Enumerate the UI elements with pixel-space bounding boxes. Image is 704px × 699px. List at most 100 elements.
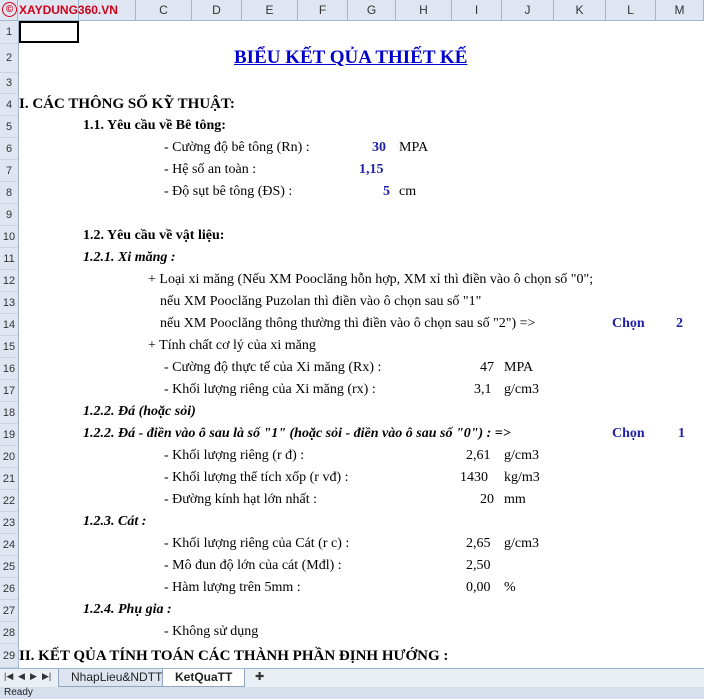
column-header-h[interactable]: H [396,0,452,20]
first-sheet-icon[interactable]: |◀ [4,671,13,682]
cement-chon-value[interactable]: 2 [676,316,683,332]
rx-unit: MPA [504,360,534,375]
tab-nhaplieu[interactable]: NhapLieu&NDTT [58,669,176,687]
column-header-c[interactable]: C [136,0,192,20]
max-diameter-unit: mm [504,492,526,507]
stone-density-value[interactable]: 2,61 [466,448,491,464]
cement-density-label: - Khối lượng riêng của Xi măng (rx) : [164,382,376,397]
section-1-1-heading: 1.1. Yêu cầu về Bê tông: [83,118,226,133]
slump-unit: cm [399,184,417,199]
max-diameter-value[interactable]: 20 [480,492,494,508]
row-header[interactable]: 10 [0,226,18,248]
row-header[interactable]: 8 [0,182,18,204]
stone-bulk-density-label: - Khối lượng thể tích xốp (r vđ) : [164,470,349,485]
row-header[interactable]: 7 [0,160,18,182]
copyright-icon: © [2,2,17,18]
row-header[interactable]: 21 [0,468,18,490]
row-header[interactable]: 23 [0,512,18,534]
status-bar: Ready [0,687,704,699]
next-sheet-icon[interactable]: ▶ [30,671,37,682]
column-header-f[interactable]: F [298,0,348,20]
column-header-d[interactable]: D [192,0,242,20]
tab-ketquatt[interactable]: KetQuaTT [162,669,246,687]
row-header[interactable]: 6 [0,138,18,160]
rn-label: - Cường độ bê tông (Rn) : [164,140,310,155]
row-header[interactable]: 3 [0,73,18,94]
cement-chon-label: Chọn [612,316,645,331]
column-header-i[interactable]: I [452,0,502,20]
section-1-2-heading: 1.2. Yêu cầu về vật liệu: [83,228,225,243]
row-header[interactable]: 20 [0,446,18,468]
cement-density-value[interactable]: 3,1 [474,382,492,398]
admixture-none-label: - Không sử dụng [164,624,259,639]
active-cell-a1[interactable] [19,21,79,43]
row-header[interactable]: 17 [0,380,18,402]
oversize-content-label: - Hàm lượng trên 5mm : [164,580,301,595]
stone-bulk-density-unit: kg/m3 [504,470,540,485]
row-header[interactable]: 2 [0,44,18,73]
sand-density-value[interactable]: 2,65 [466,536,491,552]
column-header-l[interactable]: L [606,0,656,20]
row-header[interactable]: 22 [0,490,18,512]
prev-sheet-icon[interactable]: ◀ [18,671,25,682]
row-header[interactable]: 19 [0,424,18,446]
rx-value[interactable]: 47 [480,360,494,376]
row-header[interactable]: 15 [0,336,18,358]
stone-bulk-density-value[interactable]: 1430 [460,470,488,486]
safety-factor-value[interactable]: 1,15 [359,162,384,178]
column-header-k[interactable]: K [554,0,606,20]
fineness-modulus-label: - Mô đun độ lớn của cát (Mđl) : [164,558,342,573]
section-1-heading: I. CÁC THÔNG SỐ KỸ THUẬT: [19,96,235,112]
stone-density-unit: g/cm3 [504,448,539,463]
rn-unit: MPA [399,140,429,155]
row-header[interactable]: 11 [0,248,18,270]
safety-factor-label: - Hệ số an toàn : [164,162,257,177]
section-1-2-3-heading: 1.2.3. Cát : [83,514,147,529]
cement-type-line-3: nếu XM Pooclăng thông thường thì điền và… [160,316,536,331]
fineness-modulus-value[interactable]: 2,50 [466,558,491,574]
row-header[interactable]: 13 [0,292,18,314]
rn-value[interactable]: 30 [372,140,386,156]
worksheet-grid[interactable]: BIỂU KẾT QỦA THIẾT KẾ I. CÁC THÔNG SỐ KỸ… [19,21,704,668]
slump-label: - Độ sụt bê tông (ĐS) : [164,184,293,199]
last-sheet-icon[interactable]: ▶| [42,671,51,682]
row-header[interactable]: 18 [0,402,18,424]
column-header-j[interactable]: J [502,0,554,20]
stone-chon-label: Chọn [612,426,645,441]
row-header[interactable]: 25 [0,556,18,578]
cement-density-unit: g/cm3 [504,382,539,397]
cement-properties-label: + Tính chất cơ lý của xi măng [148,338,316,353]
max-diameter-label: - Đường kính hạt lớn nhất : [164,492,318,507]
slump-value[interactable]: 5 [383,184,390,200]
sheet-tab-bar: |◀ ◀ ▶ ▶| NhapLieu&NDTT KetQuaTT ✚ [0,668,704,687]
row-header[interactable]: 12 [0,270,18,292]
stone-density-label: - Khối lượng riêng (r đ) : [164,448,305,463]
xaydung360-logo: © XAYDUNG360.VN [2,0,118,20]
section-1-2-2-heading: 1.2.2. Đá (hoặc sỏi) [83,404,196,419]
row-header[interactable]: 5 [0,116,18,138]
column-header-m[interactable]: M [656,0,704,20]
rx-label: - Cường độ thực tế của Xi măng (Rx) : [164,360,382,375]
oversize-content-unit: % [504,580,516,595]
column-header-g[interactable]: G [348,0,396,20]
row-header[interactable]: 1 [0,21,18,44]
section-2-heading: II. KẾT QỦA TÍNH TOÁN CÁC THÀNH PHẦN ĐỊN… [19,648,449,664]
row-header[interactable]: 27 [0,600,18,622]
stone-chon-value[interactable]: 1 [678,426,685,442]
row-header[interactable]: 14 [0,314,18,336]
row-header[interactable]: 28 [0,622,18,644]
section-1-2-4-heading: 1.2.4. Phụ gia : [83,602,172,617]
logo-text: XAYDUNG360.VN [19,3,118,17]
row-header[interactable]: 16 [0,358,18,380]
row-header[interactable]: 9 [0,204,18,226]
oversize-content-value[interactable]: 0,00 [466,580,491,596]
cement-type-line-1: + Loại xi măng (Nếu XM Pooclăng hỗn hợp,… [148,272,594,287]
stone-choice-instruction: 1.2.2. Đá - điền vào ô sau là số "1" (ho… [83,426,511,441]
new-sheet-icon[interactable]: ✚ [255,670,264,683]
sand-density-unit: g/cm3 [504,536,539,551]
row-header[interactable]: 24 [0,534,18,556]
row-header[interactable]: 26 [0,578,18,600]
row-header[interactable]: 4 [0,94,18,116]
row-header[interactable]: 29 [0,644,18,668]
column-header-e[interactable]: E [242,0,298,20]
